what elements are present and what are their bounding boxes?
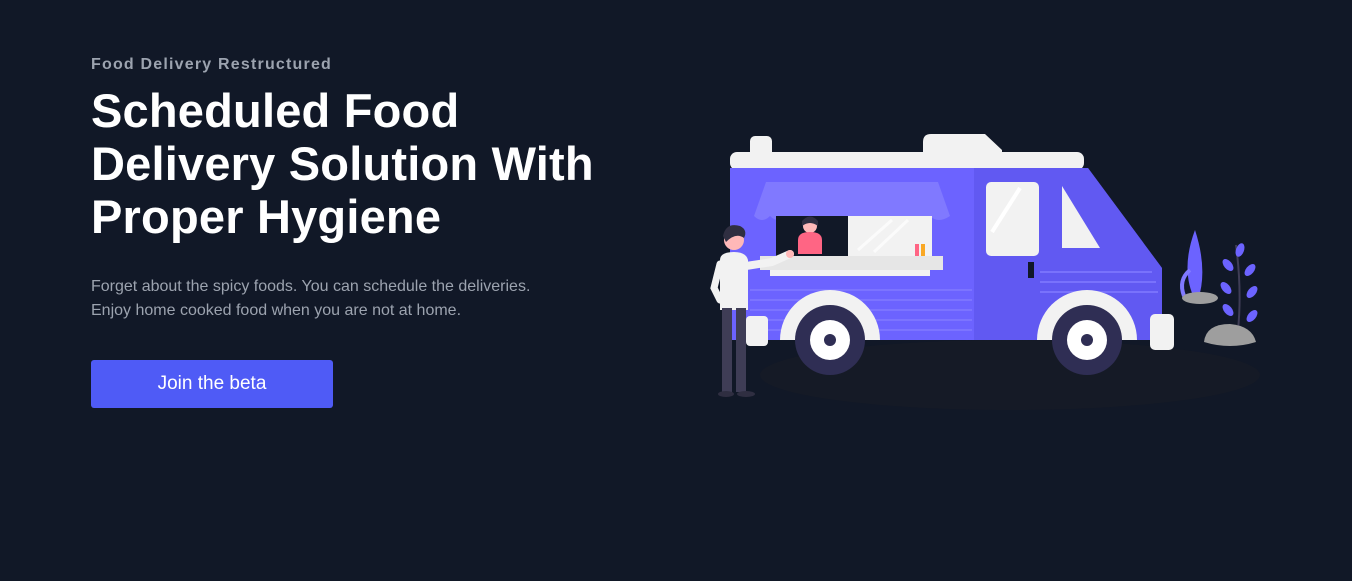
rock-icon xyxy=(1204,324,1256,346)
hero-text: Food Delivery Restructured Scheduled Foo… xyxy=(91,54,631,408)
food-truck-illustration xyxy=(710,134,1260,410)
hero-section: Food Delivery Restructured Scheduled Foo… xyxy=(0,0,1352,581)
door-handle xyxy=(1028,262,1034,278)
rear-bumper xyxy=(746,316,768,346)
hero-headline: Scheduled Food Delivery Solution With Pr… xyxy=(91,84,594,243)
roof-hatch-icon xyxy=(923,134,1002,154)
front-wheel-icon xyxy=(1052,305,1122,375)
join-beta-button[interactable]: Join the beta xyxy=(91,360,333,408)
awning xyxy=(754,182,950,216)
bottle-icon xyxy=(915,244,919,256)
truck-roof xyxy=(730,152,1084,170)
hero-description: Forget about the spicy foods. You can sc… xyxy=(91,278,531,319)
counter-shelf xyxy=(770,270,930,276)
truck-door-window xyxy=(986,182,1039,256)
bottle-icon xyxy=(921,244,925,256)
rear-wheel-icon xyxy=(795,305,865,375)
plant-icon xyxy=(1220,243,1258,331)
hero-eyebrow: Food Delivery Restructured xyxy=(91,56,333,73)
plant-icon xyxy=(1180,230,1218,304)
front-bumper xyxy=(1150,314,1174,350)
